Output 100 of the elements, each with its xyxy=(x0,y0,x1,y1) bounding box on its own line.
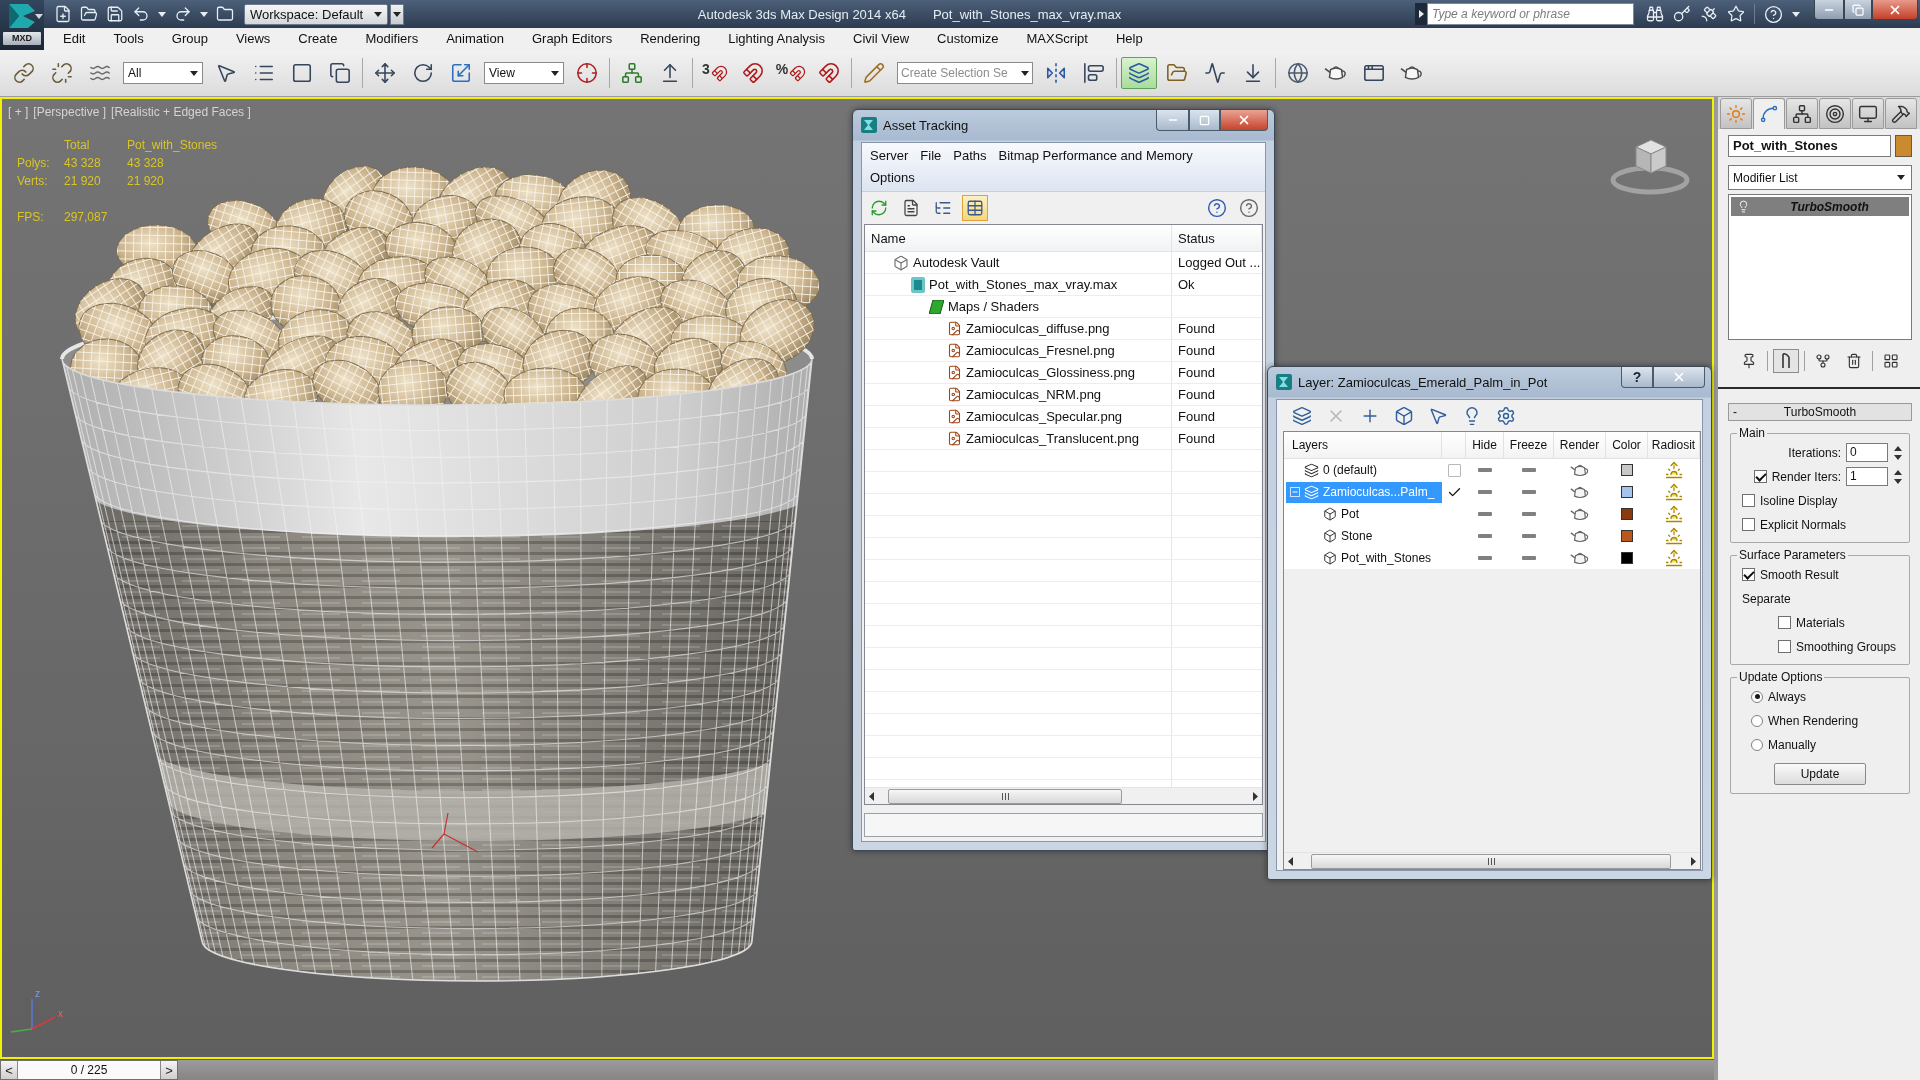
restore-button[interactable] xyxy=(1844,0,1872,20)
menu-item[interactable]: Options xyxy=(864,167,921,189)
radio-button[interactable] xyxy=(1751,690,1763,703)
sunrise-icon[interactable] xyxy=(1665,483,1683,501)
sunrise-icon[interactable] xyxy=(1665,461,1683,479)
panel-tab[interactable] xyxy=(1852,98,1884,129)
checkbox[interactable] xyxy=(1447,463,1461,477)
caret-icon[interactable] xyxy=(200,11,208,17)
checkbox[interactable] xyxy=(1742,568,1755,581)
key-icon[interactable] xyxy=(1673,5,1691,23)
refresh-icon[interactable] xyxy=(870,199,888,217)
checkbox[interactable] xyxy=(1778,640,1791,653)
checkbox[interactable] xyxy=(1742,494,1755,507)
column-header[interactable]: Status xyxy=(1172,225,1262,251)
rollout-header[interactable]: - TurboSmooth xyxy=(1728,403,1912,421)
crosshair-icon[interactable] xyxy=(576,62,598,84)
color-swatch[interactable] xyxy=(1621,464,1633,476)
help-button[interactable]: ? xyxy=(1621,367,1653,388)
menu-item[interactable]: Lighting Analysis xyxy=(714,28,839,50)
pin-icon[interactable] xyxy=(1741,353,1757,369)
asset-name[interactable]: Zamioculcas_Translucent.png xyxy=(966,431,1139,446)
save-icon[interactable] xyxy=(106,5,124,23)
dropdown[interactable]: All xyxy=(123,62,203,84)
color-swatch[interactable] xyxy=(1894,135,1912,157)
menu-item[interactable]: MAXScript xyxy=(1012,28,1102,50)
checkbox-label[interactable]: Materials xyxy=(1796,615,1845,630)
layer-name-cell[interactable]: 0 (default) xyxy=(1286,459,1442,481)
color-swatch[interactable] xyxy=(1621,552,1633,564)
maximize-button[interactable] xyxy=(1189,110,1220,131)
menu-item[interactable]: Bitmap Performance and Memory xyxy=(992,145,1199,167)
menu-item[interactable]: Animation xyxy=(432,28,518,50)
magnet-icon[interactable] xyxy=(710,64,728,82)
collapse-toggle[interactable]: - xyxy=(1729,405,1749,419)
checkbox-label[interactable]: Isoline Display xyxy=(1760,493,1838,508)
radio-label[interactable]: Always xyxy=(1768,689,1806,704)
radio-label[interactable]: When Rendering xyxy=(1768,713,1859,728)
menu-item[interactable]: Paths xyxy=(947,145,993,167)
right-arrow-icon[interactable] xyxy=(1253,791,1258,801)
teapot-icon[interactable] xyxy=(1570,462,1590,478)
next-frame-button[interactable]: > xyxy=(160,1061,177,1079)
grid-icon[interactable] xyxy=(1883,353,1899,369)
caret-icon[interactable] xyxy=(158,11,166,17)
asset-name[interactable]: Zamioculcas_Fresnel.png xyxy=(966,343,1115,358)
pointer-icon[interactable] xyxy=(215,62,237,84)
modifier-list-dropdown[interactable]: Modifier List xyxy=(1728,165,1912,190)
left-arrow-icon[interactable] xyxy=(1288,856,1293,866)
menu-item[interactable]: Group xyxy=(157,28,222,50)
close-button[interactable] xyxy=(1653,367,1705,388)
column-header[interactable]: Layers xyxy=(1284,432,1442,458)
menu-item[interactable]: Graph Editors xyxy=(517,28,627,50)
radio-label[interactable]: Manually xyxy=(1768,737,1817,752)
color-swatch[interactable] xyxy=(1621,486,1633,498)
menu-item[interactable]: Server xyxy=(864,145,915,167)
menu-item[interactable]: Customize xyxy=(923,28,1013,50)
gear-icon[interactable] xyxy=(1496,405,1516,426)
toolbar-button[interactable] xyxy=(962,195,988,221)
layers-icon[interactable] xyxy=(1292,405,1312,426)
column-header[interactable]: Name xyxy=(865,225,1172,251)
scrollbar-thumb[interactable] xyxy=(1311,853,1671,869)
teapot-icon[interactable] xyxy=(1570,528,1590,544)
magnet-icon[interactable] xyxy=(818,62,840,84)
toolbar-button[interactable] xyxy=(1773,349,1799,373)
menu-item[interactable]: File xyxy=(914,145,948,167)
menu-item[interactable]: Modifiers xyxy=(351,28,433,50)
column-header[interactable]: Render xyxy=(1554,432,1606,458)
globe-icon[interactable] xyxy=(1287,62,1309,84)
minimize-button[interactable] xyxy=(1156,110,1189,131)
checkbox-label[interactable]: Explicit Normals xyxy=(1760,517,1846,532)
application-button[interactable]: MXD xyxy=(0,0,44,50)
scrollbar[interactable] xyxy=(1284,852,1700,869)
redo-icon[interactable] xyxy=(174,5,192,23)
fork-icon[interactable] xyxy=(1815,353,1831,369)
folder-icon[interactable] xyxy=(1166,62,1188,84)
object-name-field[interactable]: Pot_with_Stones xyxy=(1728,135,1891,157)
broken-chain-icon[interactable] xyxy=(51,62,73,84)
teapot-icon[interactable] xyxy=(1570,506,1590,522)
pencil-icon[interactable] xyxy=(863,62,885,84)
binoculars-icon[interactable] xyxy=(1646,5,1664,23)
magnet-icon[interactable] xyxy=(789,64,807,82)
asset-name[interactable]: Autodesk Vault xyxy=(913,255,1000,270)
star-icon[interactable] xyxy=(1727,5,1745,23)
update-button[interactable]: Update xyxy=(1774,763,1866,785)
sunrise-icon[interactable] xyxy=(1665,549,1683,567)
customize-menu-button[interactable] xyxy=(390,3,404,25)
align-icon[interactable] xyxy=(1083,62,1105,84)
new-file-icon[interactable] xyxy=(54,5,72,23)
column-header[interactable]: Hide xyxy=(1466,432,1504,458)
workspace-dropdown[interactable]: Workspace: Default xyxy=(244,3,388,25)
checkbox-label[interactable]: Render Iters: xyxy=(1771,469,1841,484)
menu-item[interactable]: Edit xyxy=(49,28,100,50)
asset-name[interactable]: Zamioculcas_Specular.png xyxy=(966,409,1123,424)
teapot-icon[interactable] xyxy=(1400,64,1424,82)
magnet-icon[interactable] xyxy=(742,62,764,84)
move-arrows-icon[interactable] xyxy=(374,62,396,84)
help-icon[interactable] xyxy=(1207,198,1227,218)
overlapping-squares-icon[interactable] xyxy=(329,62,351,84)
asset-name[interactable]: Maps / Shaders xyxy=(948,299,1040,314)
modifier-stack[interactable]: TurboSmooth xyxy=(1728,194,1912,340)
checkbox[interactable] xyxy=(1753,470,1767,483)
minimize-button[interactable] xyxy=(1814,0,1844,20)
